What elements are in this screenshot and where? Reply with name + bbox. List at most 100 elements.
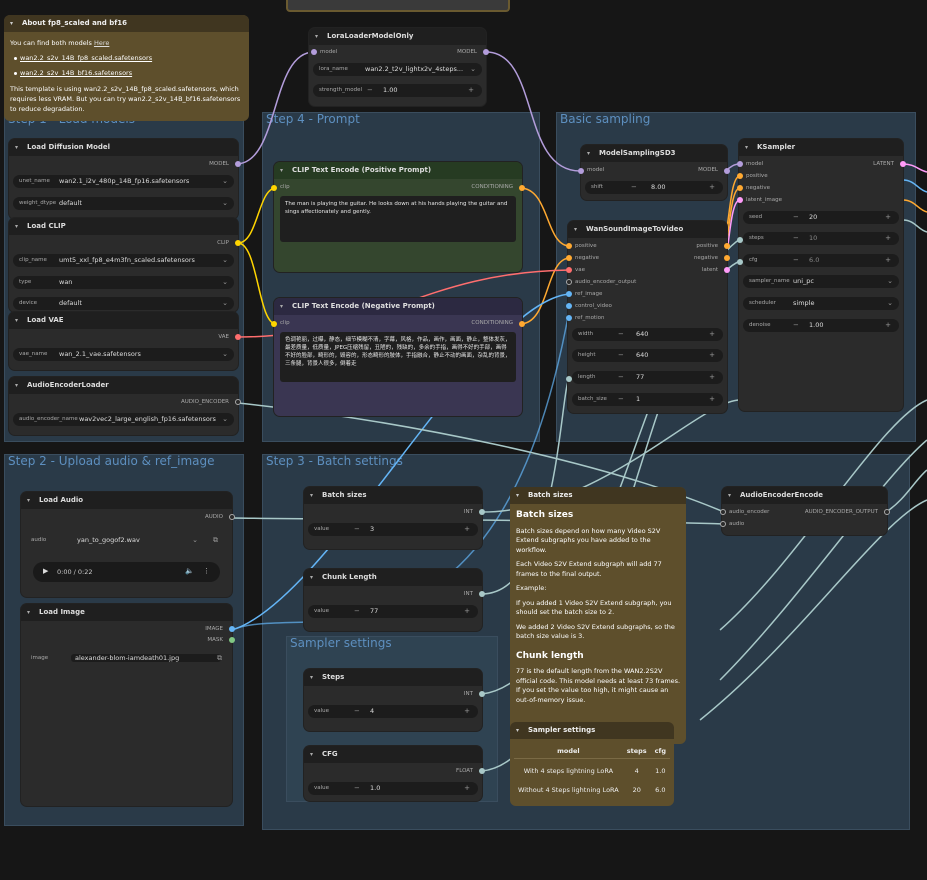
output-socket-model[interactable]: [483, 49, 489, 55]
minus-icon[interactable]: −: [354, 784, 360, 792]
chevron-down-icon[interactable]: ▾: [10, 15, 13, 32]
audio-player[interactable]: ▶ 0:00 / 0:22 🔈 ⋮: [33, 562, 220, 582]
play-icon[interactable]: ▶: [43, 567, 48, 575]
chevron-down-icon[interactable]: ▾: [280, 298, 283, 315]
chevron-down-icon[interactable]: ▾: [310, 487, 313, 504]
unet-name-select[interactable]: unet_name wan2.1_i2v_480p_14B_fp16.safet…: [13, 175, 234, 188]
plus-icon[interactable]: +: [709, 373, 715, 381]
chevron-down-icon[interactable]: ▾: [310, 669, 313, 686]
cfg-node[interactable]: ▾ CFG FLOAT value − 1.0 +: [304, 746, 485, 801]
output-socket-audio[interactable]: [229, 514, 235, 520]
wan-sound-image-to-video-node[interactable]: ▾ WanSoundImageToVideo positive negative …: [566, 221, 730, 413]
input-socket-latent-image[interactable]: [737, 197, 743, 203]
shift-stepper[interactable]: shift − 8.00 +: [585, 181, 723, 194]
clip-type-select[interactable]: type wan ⌄: [13, 276, 234, 289]
output-socket-vae[interactable]: [235, 334, 241, 340]
output-socket-audio-encoder-output[interactable]: [884, 509, 890, 515]
about-note[interactable]: ▾ About fp8_scaled and bf16 You can find …: [4, 15, 249, 121]
minus-icon[interactable]: −: [631, 183, 637, 191]
minus-icon[interactable]: −: [354, 607, 360, 615]
prompt-textarea[interactable]: The man is playing the guitar. He looks …: [280, 196, 516, 242]
workflow-canvas[interactable]: Step 1 - Load models Step 4 - Prompt Bas…: [0, 0, 927, 880]
input-socket-model[interactable]: [578, 168, 584, 174]
lora-name-select[interactable]: lora_name wan2.2_t2v_lightx2v_4steps... …: [313, 63, 482, 76]
output-socket-conditioning[interactable]: [519, 185, 525, 191]
input-socket-ref-motion[interactable]: [566, 315, 572, 321]
plus-icon[interactable]: +: [885, 256, 891, 264]
chevron-down-icon[interactable]: ▾: [15, 218, 18, 235]
load-audio-node[interactable]: ▾ Load Audio AUDIO audio yan_to_gogof2.wa…: [21, 492, 235, 597]
minus-icon[interactable]: −: [354, 525, 360, 533]
chevron-down-icon[interactable]: ▾: [15, 139, 18, 156]
output-socket-int[interactable]: [479, 509, 485, 515]
scheduler-select[interactable]: scheduler simple ⌄: [743, 297, 899, 310]
chevron-down-icon[interactable]: ▾: [310, 746, 313, 763]
input-socket-positive[interactable]: [737, 173, 743, 179]
steps-stepper[interactable]: steps − 10 +: [743, 232, 899, 245]
output-socket-latent[interactable]: [900, 161, 906, 167]
plus-icon[interactable]: +: [464, 607, 470, 615]
value-stepper[interactable]: value − 4 +: [308, 705, 478, 718]
output-socket-clip[interactable]: [235, 240, 241, 246]
plus-icon[interactable]: +: [464, 784, 470, 792]
load-vae-node[interactable]: ▾ Load VAE VAE vae_name wan_2.1_vae.safet…: [9, 312, 241, 370]
plus-icon[interactable]: +: [709, 330, 715, 338]
batch-sizes-node[interactable]: ▾ Batch sizes INT value − 3 +: [304, 487, 485, 549]
chevron-down-icon[interactable]: ▾: [516, 722, 519, 739]
cfg-stepper[interactable]: cfg − 6.0 +: [743, 254, 899, 267]
load-image-node[interactable]: ▾ Load Image IMAGE MASK image alexander-b…: [21, 604, 235, 806]
file-link-bf16[interactable]: wan2.2_s2v_14B_bf16.safetensors: [20, 69, 132, 77]
plus-icon[interactable]: +: [464, 707, 470, 715]
input-socket-ref-image[interactable]: [566, 291, 572, 297]
input-socket-clip[interactable]: [271, 321, 277, 327]
audio-encoder-select[interactable]: audio_encoder_name wav2vec2_large_englis…: [13, 413, 234, 426]
plus-icon[interactable]: +: [885, 321, 891, 329]
denoise-stepper[interactable]: denoise − 1.00 +: [743, 319, 899, 332]
chevron-down-icon[interactable]: ▾: [15, 312, 18, 329]
output-socket-int[interactable]: [479, 591, 485, 597]
output-socket-audio-encoder[interactable]: [235, 399, 241, 405]
output-socket-model[interactable]: [235, 161, 241, 167]
output-socket-image[interactable]: [229, 626, 235, 632]
input-socket-audio[interactable]: [720, 521, 726, 527]
input-socket-positive[interactable]: [566, 243, 572, 249]
chevron-down-icon[interactable]: ▾: [27, 604, 30, 621]
output-socket-negative[interactable]: [724, 255, 730, 261]
value-stepper[interactable]: value − 3 +: [308, 523, 478, 536]
model-sampling-sd3-node[interactable]: ▾ ModelSamplingSD3 model MODEL shift − 8.…: [578, 145, 730, 200]
minus-icon[interactable]: −: [618, 395, 624, 403]
sampler-name-select[interactable]: sampler_name uni_pc ⌄: [743, 275, 899, 288]
output-socket-positive[interactable]: [724, 243, 730, 249]
minus-icon[interactable]: −: [618, 373, 624, 381]
clip-name-select[interactable]: clip_name umt5_xxl_fp8_e4m3fn_scaled.saf…: [13, 254, 234, 267]
input-socket-model[interactable]: [311, 49, 317, 55]
strength-stepper[interactable]: strength_model − 1.00 +: [313, 84, 482, 97]
positive-prompt-node[interactable]: ▾ CLIP Text Encode (Positive Prompt) clip…: [271, 162, 525, 272]
output-socket-float[interactable]: [479, 768, 485, 774]
chevron-down-icon[interactable]: ▾: [27, 492, 30, 509]
output-socket-model[interactable]: [724, 168, 730, 174]
output-socket-conditioning[interactable]: [519, 321, 525, 327]
minus-icon[interactable]: −: [367, 86, 373, 94]
minus-icon[interactable]: −: [793, 256, 799, 264]
chevron-down-icon[interactable]: ▾: [574, 221, 577, 238]
chevron-down-icon[interactable]: ▾: [587, 145, 590, 162]
chevron-down-icon[interactable]: ▾: [15, 377, 18, 394]
output-socket-mask[interactable]: [229, 637, 235, 643]
volume-icon[interactable]: 🔈: [185, 567, 194, 575]
steps-node[interactable]: ▾ Steps INT value − 4 +: [304, 669, 485, 731]
clip-device-select[interactable]: device default ⌄: [13, 297, 234, 310]
output-socket-latent[interactable]: [724, 267, 730, 273]
upload-icon[interactable]: ⧉: [213, 536, 218, 545]
minus-icon[interactable]: −: [618, 351, 624, 359]
chevron-down-icon[interactable]: ▾: [745, 139, 748, 156]
upload-icon[interactable]: ⧉: [217, 654, 222, 663]
value-stepper[interactable]: value − 77 +: [308, 605, 478, 618]
seed-stepper[interactable]: seed − 20 +: [743, 211, 899, 224]
plus-icon[interactable]: +: [464, 525, 470, 533]
minus-icon[interactable]: −: [793, 234, 799, 242]
audio-encoder-loader-node[interactable]: ▾ AudioEncoderLoader AUDIO_ENCODER audio_…: [9, 377, 241, 435]
chunk-length-node[interactable]: ▾ Chunk Length INT value − 77 +: [304, 569, 485, 631]
weight-dtype-select[interactable]: weight_dtype default ⌄: [13, 197, 234, 210]
input-socket-vae[interactable]: [566, 267, 572, 273]
